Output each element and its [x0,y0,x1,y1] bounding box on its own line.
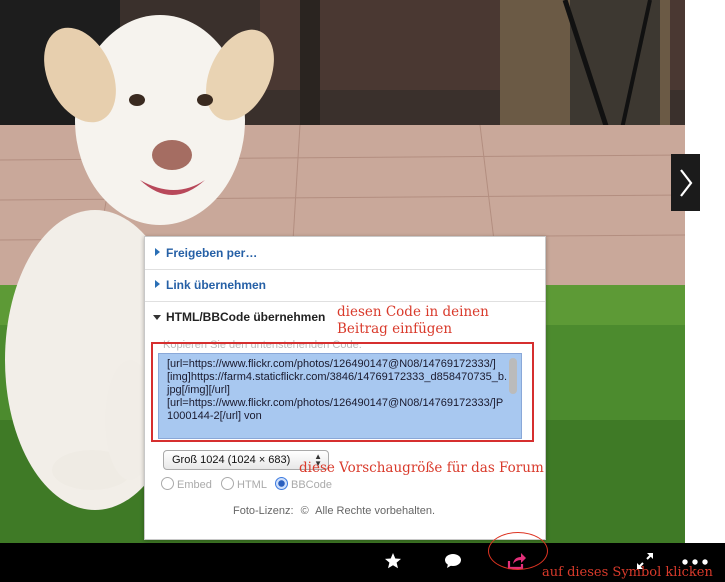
annotation-size: diese Vorschaugröße für das Forum [299,460,544,476]
right-margin [685,0,725,543]
license-text: Alle Rechte vorbehalten. [315,505,436,517]
license-label: Foto-Lizenz: [233,505,294,517]
radio-circle-selected [275,477,288,490]
expand-arrow-icon [155,280,160,288]
copy-link-row[interactable]: Link übernehmen [145,269,545,302]
size-select-value: Groß 1024 (1024 × 683) [172,454,291,466]
format-html-label: HTML [237,479,267,491]
annotation-share: auf dieses Symbol klicken [542,565,713,580]
share-panel: Freigeben per… Link übernehmen HTML/BBCo… [144,236,546,540]
copy-link-label: Link übernehmen [166,278,267,292]
html-bbcode-label: HTML/BBCode übernehmen [166,310,326,324]
star-icon[interactable] [384,552,402,570]
share-via-label: Freigeben per… [166,246,258,260]
format-radio-html[interactable]: HTML [221,477,267,491]
chevron-right-icon [679,168,692,197]
format-embed-label: Embed [177,479,212,491]
code-highlight-box [151,342,534,442]
collapse-arrow-icon [153,315,161,320]
share-icon-highlight-ring [488,532,548,570]
photo-license: Foto-Lizenz: © Alle Rechte vorbehalten. [233,505,435,517]
annotation-code-line1: diesen Code in deinen [337,304,489,320]
copyright-icon: © [300,505,309,517]
radio-circle [161,477,174,490]
format-radio-bbcode[interactable]: BBCode [275,477,332,491]
expand-arrow-icon [155,248,160,256]
radio-circle [221,477,234,490]
comment-icon[interactable] [444,553,462,569]
next-photo-button[interactable] [671,154,700,211]
format-bbcode-label: BBCode [291,479,332,491]
share-via-row[interactable]: Freigeben per… [145,237,545,270]
annotation-code-line2: Beitrag einfügen [337,321,453,337]
format-radio-embed[interactable]: Embed [161,477,212,491]
